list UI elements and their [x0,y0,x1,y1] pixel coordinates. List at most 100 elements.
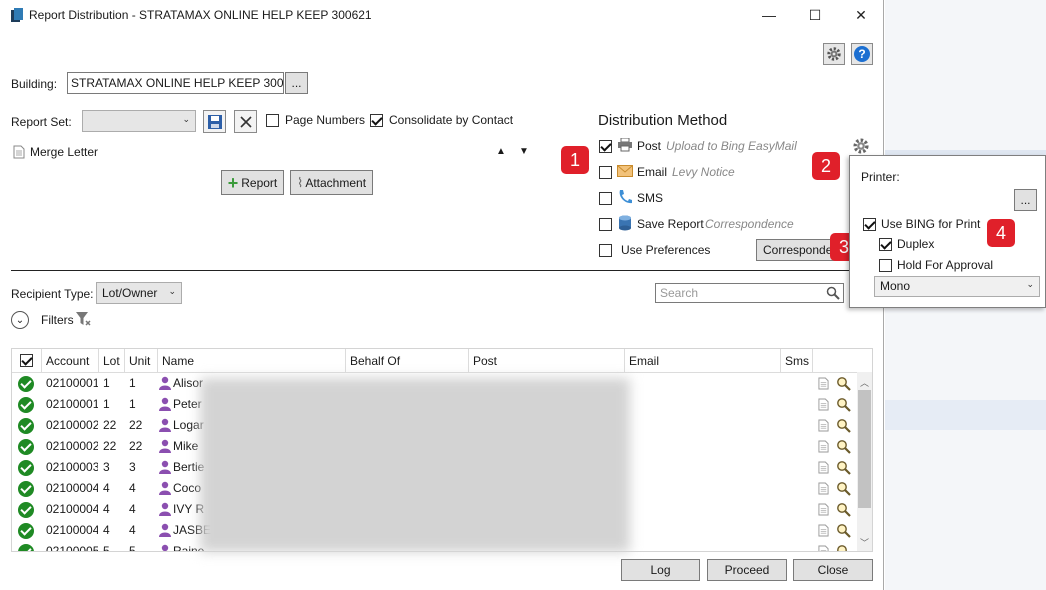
cell-lot: 4 [103,523,110,537]
document-icon[interactable] [818,398,829,414]
scrollbar-thumb[interactable] [858,390,871,508]
gear-icon [827,47,841,61]
app-icon [11,8,23,22]
add-report-button[interactable]: + Report [221,170,284,195]
select-all-cell [12,349,42,373]
cell-lot: 5 [103,544,110,552]
save-report-checkbox[interactable] [599,218,612,231]
person-icon [159,397,171,411]
phone-icon [619,190,632,204]
cell-account: 02100001 [46,376,98,390]
hold-for-approval-label: Hold For Approval [897,258,994,272]
magnifier-icon[interactable] [836,397,851,415]
close-icon: ✕ [855,6,867,23]
column-header-name[interactable]: Name [158,349,346,373]
magnifier-icon[interactable] [836,523,851,541]
printer-browse-button[interactable]: ... [1014,189,1037,211]
minimize-button[interactable]: — [746,0,792,30]
email-checkbox[interactable] [599,166,612,179]
duplex-checkbox[interactable] [879,238,892,251]
document-icon[interactable] [818,545,829,551]
use-preferences-label: Use Preferences [621,243,711,257]
search-icon[interactable] [826,286,840,300]
close-button[interactable]: Close [793,559,873,581]
magnifier-icon[interactable] [836,481,851,499]
person-icon [159,523,171,537]
column-header-account[interactable]: Account [42,349,99,373]
log-button[interactable]: Log [621,559,700,581]
post-checkbox[interactable] [599,140,612,153]
cell-unit: 4 [129,502,136,516]
column-header-behalf-of[interactable]: Behalf Of [346,349,469,373]
cell-lot: 1 [103,397,110,411]
document-icon[interactable] [818,377,829,393]
magnifier-icon[interactable] [836,544,851,551]
color-mode-select[interactable]: Mono ⌄ [874,276,1040,297]
report-set-select[interactable]: ⌄ [82,110,196,132]
cell-account: 02100004 [46,502,98,516]
magnifier-icon[interactable] [836,376,851,394]
magnifier-icon[interactable] [836,418,851,436]
scroll-down-icon[interactable]: ﹀ [860,536,869,549]
correspondence-button[interactable]: Corresponde [756,239,836,261]
post-settings-gear-icon[interactable] [852,137,870,155]
help-icon: ? [854,46,870,62]
document-icon[interactable] [818,440,829,456]
building-field[interactable]: STRATAMAX ONLINE HELP KEEP 300621 [67,72,284,94]
document-icon[interactable] [818,524,829,540]
sms-checkbox[interactable] [599,192,612,205]
cell-lot: 4 [103,502,110,516]
settings-button[interactable] [823,43,845,65]
select-all-checkbox[interactable] [20,354,33,367]
recipient-type-value: Lot/Owner [102,286,158,300]
list-item[interactable]: Merge Letter [13,145,483,161]
delete-report-set-button[interactable] [234,110,257,133]
document-icon[interactable] [818,482,829,498]
building-label: Building: [11,77,58,91]
magnifier-icon[interactable] [836,502,851,520]
column-header-lot[interactable]: Lot [99,349,125,373]
hold-for-approval-checkbox[interactable] [879,259,892,272]
maximize-button[interactable]: ☐ [792,0,838,30]
column-header-email[interactable]: Email [625,349,781,373]
scroll-up-icon[interactable]: ︿ [860,376,869,389]
consolidate-checkbox[interactable] [370,114,383,127]
recipient-type-select[interactable]: Lot/Owner ⌄ [96,282,182,304]
column-header-unit[interactable]: Unit [125,349,158,373]
column-header-sms[interactable]: Sms [781,349,813,373]
page-numbers-checkbox[interactable] [266,114,279,127]
vertical-scrollbar[interactable]: ︿ ﹀ [857,372,872,551]
filter-icon[interactable] [75,311,91,327]
cell-unit: 3 [129,460,136,474]
page-numbers-label: Page Numbers [285,113,366,127]
move-up-button[interactable]: ▲ [496,146,506,157]
filters-expand-button[interactable]: ⌄ [11,311,29,329]
magnifier-icon[interactable] [836,439,851,457]
chevron-down-icon: ⌄ [168,286,176,296]
close-window-button[interactable]: ✕ [838,0,884,30]
save-report-note: Correspondence [705,217,794,231]
consolidate-label: Consolidate by Contact [389,113,514,127]
printer-icon [618,138,632,152]
column-header-post[interactable]: Post [469,349,625,373]
minimize-icon: — [762,7,776,23]
use-preferences-checkbox[interactable] [599,244,612,257]
search-input[interactable]: Search [655,283,844,303]
move-down-button[interactable]: ▼ [519,146,529,157]
document-icon[interactable] [818,419,829,435]
save-report-set-button[interactable] [203,110,226,133]
paperclip-icon: ⌇ [296,174,304,190]
redacted-region [200,378,630,552]
document-icon[interactable] [818,503,829,519]
cell-account: 02100003 [46,460,98,474]
magnifier-icon[interactable] [836,460,851,478]
add-attachment-button[interactable]: ⌇ Attachment [290,170,373,195]
callout-badge-4: 4 [987,219,1015,247]
building-browse-button[interactable]: ... [285,72,308,94]
proceed-button[interactable]: Proceed [707,559,787,581]
document-icon[interactable] [818,461,829,477]
use-bing-checkbox[interactable] [863,218,876,231]
help-button[interactable]: ? [851,43,873,65]
person-icon [159,481,171,495]
table-header: Account Lot Unit Name Behalf Of Post Ema… [12,349,859,373]
